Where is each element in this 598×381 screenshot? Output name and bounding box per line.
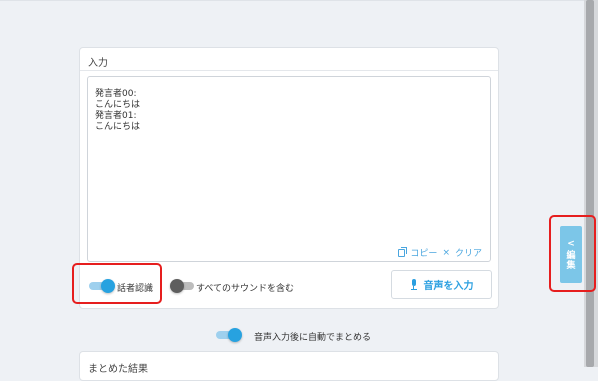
toggle-knob	[228, 328, 242, 342]
textarea-actions: コピー × クリア	[398, 246, 482, 259]
transcript-line: こんにちは	[95, 122, 141, 132]
input-card-title: 入力	[88, 58, 108, 69]
speaker-recognition-highlight	[72, 263, 162, 304]
voice-input-button[interactable]: 音声を入力	[391, 270, 492, 299]
microphone-icon	[410, 279, 418, 290]
toggle-knob	[170, 279, 184, 293]
include-all-sounds-toggle[interactable]	[170, 279, 196, 293]
copy-button[interactable]: コピー	[410, 246, 437, 259]
copy-icon[interactable]	[398, 246, 408, 257]
top-border	[0, 0, 584, 1]
card-divider	[80, 70, 498, 71]
edit-tab-highlight	[549, 215, 596, 292]
auto-summary-toggle[interactable]	[216, 328, 252, 342]
transcript-line: こんにちは	[95, 100, 141, 110]
include-all-sounds-label: すべてのサウンドを含む	[196, 284, 295, 294]
clear-button[interactable]: クリア	[455, 246, 482, 259]
transcript-line: 発言者00:	[95, 89, 137, 99]
transcript-line: 発言者01:	[95, 111, 137, 121]
auto-summary-label: 音声入力後に自動でまとめる	[254, 333, 372, 343]
clear-icon[interactable]: ×	[442, 248, 450, 258]
summary-card: まとめた結果	[79, 351, 499, 381]
transcript-textarea[interactable]: 発言者00: こんにちは 発言者01: こんにちは コピー × クリア	[87, 76, 491, 262]
summary-card-title: まとめた結果	[88, 364, 148, 375]
transcript-text: 発言者00: こんにちは 発言者01: こんにちは	[95, 89, 140, 133]
voice-input-button-label: 音声を入力	[423, 281, 474, 292]
scrollbar-thumb[interactable]	[586, 0, 594, 367]
